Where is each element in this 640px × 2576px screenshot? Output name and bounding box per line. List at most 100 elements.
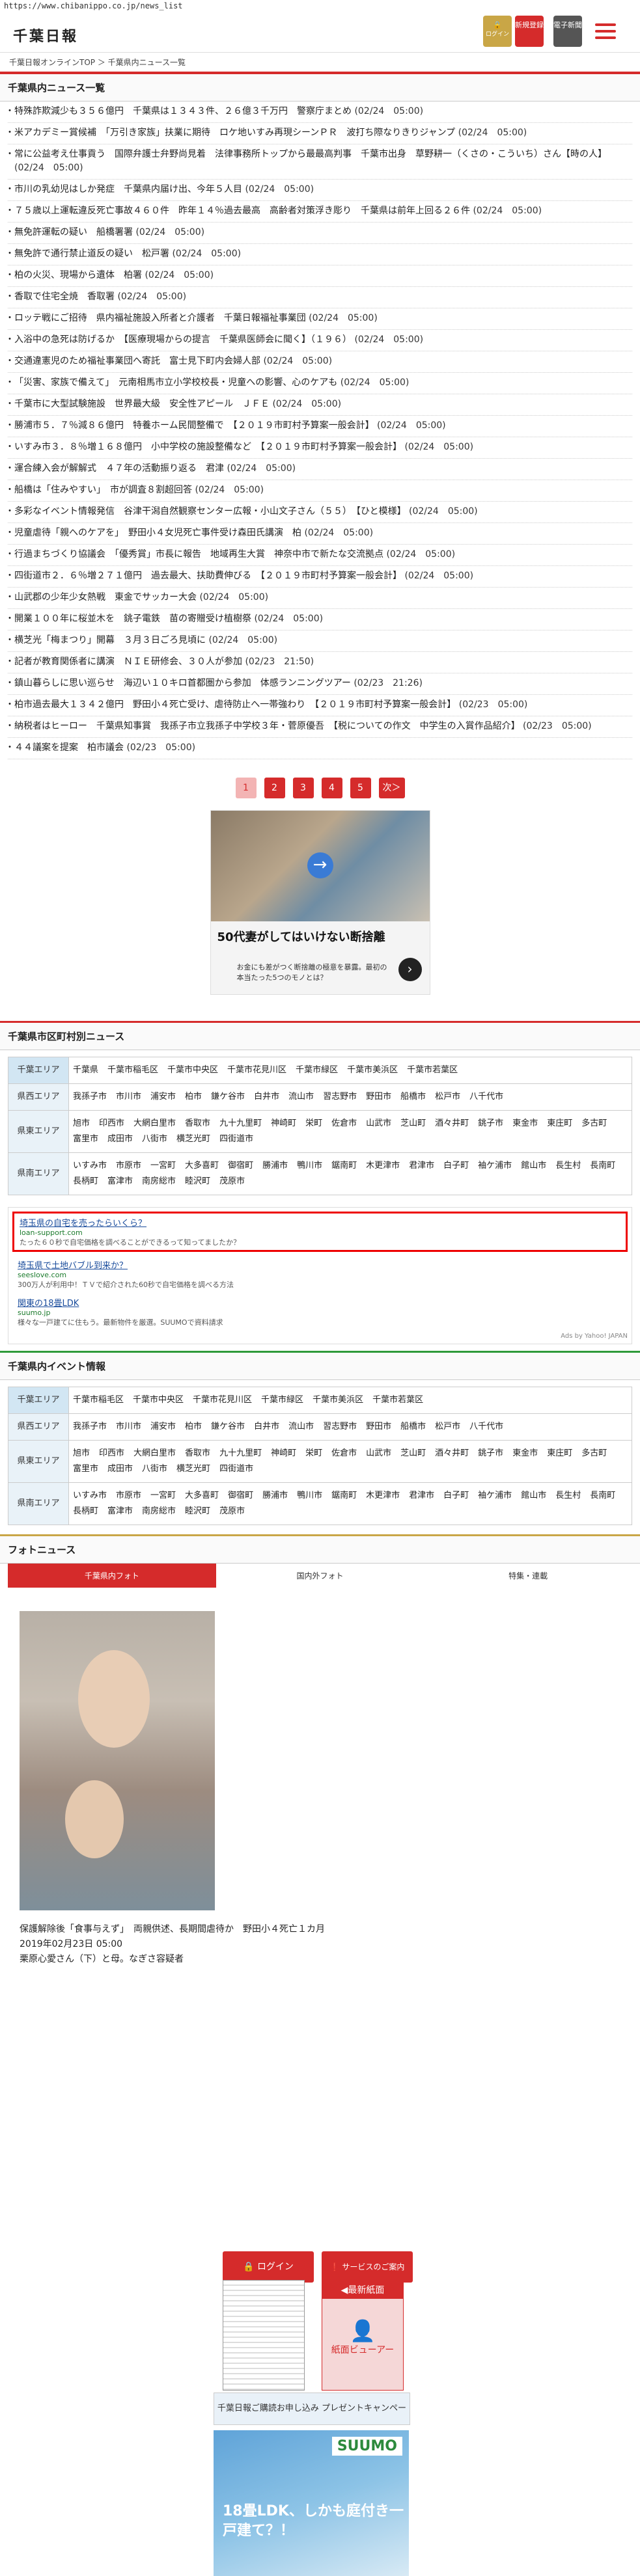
city-link[interactable]: 横芝光町: [176, 1461, 210, 1477]
city-link[interactable]: 多古町: [581, 1116, 607, 1132]
city-link[interactable]: 君津市: [409, 1488, 434, 1504]
city-link[interactable]: 千葉市花見川区: [193, 1392, 252, 1408]
city-link[interactable]: 千葉市花見川区: [227, 1063, 286, 1078]
city-link[interactable]: 千葉市稲毛区: [73, 1392, 124, 1408]
next-page-button[interactable]: 次＞: [378, 778, 405, 798]
news-item[interactable]: ４４議案を提案 柏市議会 (02/23 05:00): [5, 738, 632, 759]
city-link[interactable]: 白井市: [254, 1089, 279, 1105]
city-link[interactable]: 東金市: [512, 1446, 538, 1461]
city-link[interactable]: 富里市: [73, 1132, 98, 1147]
city-link[interactable]: 九十九里町: [219, 1446, 262, 1461]
city-link[interactable]: 印西市: [99, 1116, 124, 1132]
news-item[interactable]: 特殊詐欺減少も３５６億円 千葉県は１３４３件、２６億３千万円 警察庁まとめ (0…: [5, 102, 632, 123]
city-link[interactable]: 我孫子市: [73, 1089, 107, 1105]
city-link[interactable]: 成田市: [107, 1461, 133, 1477]
city-link[interactable]: 柏市: [185, 1419, 202, 1435]
city-link[interactable]: 八千代市: [469, 1419, 503, 1435]
city-link[interactable]: 野田市: [366, 1419, 391, 1435]
city-link[interactable]: 香取市: [185, 1446, 210, 1461]
news-item[interactable]: 四街道市２．６％増２７１億円 過去最大、扶助費伸びる 【２０１９市町村予算案一般…: [5, 566, 632, 588]
page-button[interactable]: 1: [235, 778, 257, 798]
news-title-link[interactable]: 行過まちづくり協議会 「優秀賞」市長に報告 地域再生大賞 神奈中市で新たな交流拠…: [14, 549, 383, 560]
city-link[interactable]: 千葉市美浜区: [313, 1392, 363, 1408]
city-link[interactable]: 芝山町: [400, 1116, 426, 1132]
photo-title[interactable]: 保護解除後「食事与えず」 両親供述、長期間虐待か 野田小４死亡１カ月: [20, 1922, 620, 1937]
news-item[interactable]: ロッテ戦にご招待 県内福祉施設入所者と介護者 千葉日報福祉事業団 (02/24 …: [5, 308, 632, 330]
city-link[interactable]: 市原市: [116, 1488, 141, 1504]
city-link[interactable]: 袖ケ浦市: [478, 1488, 512, 1504]
news-title-link[interactable]: 米アカデミー賞候補 「万引き家族」扶業に期待 ロケ地いすみ再現シーンＰＲ 波打ち…: [14, 128, 455, 138]
news-title-link[interactable]: 柏市過去最大１３４２億円 野田小４死亡受け、虐待防止へ一帯強わり 【２０１９市町…: [14, 699, 456, 710]
news-title-link[interactable]: 児童虐待「親へのケアを」 野田小４女児死亡事件受け森田氏講演 柏: [14, 528, 301, 538]
ad-title[interactable]: 関東の18畳LDK: [18, 1296, 622, 1308]
city-link[interactable]: 柏市: [185, 1089, 202, 1105]
city-link[interactable]: 大網白里市: [133, 1116, 176, 1132]
city-link[interactable]: 浦安市: [150, 1419, 176, 1435]
city-link[interactable]: 八街市: [142, 1132, 167, 1147]
news-title-link[interactable]: 無免許運転の疑い 船橋署署: [14, 227, 133, 237]
city-link[interactable]: いすみ市: [73, 1488, 107, 1504]
news-title-link[interactable]: 香取で住宅全焼 香取署: [14, 291, 115, 302]
city-link[interactable]: 酒々井町: [435, 1446, 469, 1461]
city-link[interactable]: 鋸南町: [331, 1488, 357, 1504]
city-link[interactable]: 多古町: [581, 1446, 607, 1461]
page-button[interactable]: 4: [321, 778, 342, 798]
city-link[interactable]: 睦沢町: [185, 1504, 210, 1519]
news-item[interactable]: 行過まちづくり協議会 「優秀賞」市長に報告 地域再生大賞 神奈中市で新たな交流拠…: [5, 545, 632, 566]
city-link[interactable]: 東庄町: [547, 1116, 572, 1132]
city-link[interactable]: 四街道市: [219, 1132, 253, 1147]
city-link[interactable]: 茂原市: [219, 1504, 245, 1519]
city-link[interactable]: 鋸南町: [331, 1158, 357, 1174]
login-button[interactable]: 🔒 ログイン: [483, 16, 512, 47]
city-link[interactable]: 千葉市若葉区: [372, 1392, 423, 1408]
city-link[interactable]: 栄町: [305, 1116, 322, 1132]
city-link[interactable]: 九十九里町: [219, 1116, 262, 1132]
news-item[interactable]: いすみ市３．８％増１６８億円 小中学校の施設整備など 【２０１９市町村予算案一般…: [5, 437, 632, 459]
city-link[interactable]: 松戸市: [435, 1089, 460, 1105]
city-link[interactable]: 長南町: [590, 1158, 615, 1174]
site-logo[interactable]: 千葉日報: [13, 25, 78, 46]
photo-tab[interactable]: 国内外フォト: [216, 1564, 424, 1588]
digital-paper-button[interactable]: 電子新聞: [553, 16, 582, 47]
page-button[interactable]: 2: [264, 778, 285, 798]
display-ad[interactable]: → 50代妻がしてはいけない断捨離 お金にも差がつく断捨離の極意を暴露。最初の本…: [210, 810, 430, 995]
city-link[interactable]: 四街道市: [219, 1461, 253, 1477]
news-item[interactable]: 納税者はヒーロー 千葉県知事賞 我孫子市立我孫子中学校３年・菅原優吾 【税につい…: [5, 716, 632, 738]
news-item[interactable]: 千葉市に大型試験施設 世界最大級 安全性アピール ＪＦＥ (02/24 05:0…: [5, 394, 632, 416]
city-link[interactable]: 浦安市: [150, 1089, 176, 1105]
news-title-link[interactable]: ４４議案を提案 柏市議会: [14, 742, 124, 753]
city-link[interactable]: 野田市: [366, 1089, 391, 1105]
city-link[interactable]: 長柄町: [73, 1504, 98, 1519]
signup-button[interactable]: 新規登録: [515, 16, 544, 47]
hamburger-menu-icon[interactable]: [592, 20, 619, 46]
city-link[interactable]: 千葉市稲毛区: [107, 1063, 158, 1078]
city-link[interactable]: 大多喜町: [185, 1158, 219, 1174]
city-link[interactable]: 山武市: [366, 1116, 391, 1132]
news-title-link[interactable]: 四街道市２．６％増２７１億円 過去最大、扶助費伸びる 【２０１９市町村予算案一般…: [14, 571, 402, 581]
city-link[interactable]: 神崎町: [271, 1116, 296, 1132]
city-link[interactable]: 習志野市: [323, 1089, 357, 1105]
city-link[interactable]: いすみ市: [73, 1158, 107, 1174]
city-link[interactable]: 白子町: [443, 1488, 469, 1504]
city-link[interactable]: 鴨川市: [297, 1488, 322, 1504]
city-link[interactable]: 香取市: [185, 1116, 210, 1132]
city-link[interactable]: 神崎町: [271, 1446, 296, 1461]
ads-by-yahoo[interactable]: Ads by Yahoo! JAPAN: [12, 1333, 628, 1340]
news-item[interactable]: 開業１００年に桜並木を 銚子電鉄 苗の寄贈受け植樹祭 (02/24 05:00): [5, 609, 632, 630]
city-link[interactable]: 千葉市中央区: [167, 1063, 218, 1078]
city-link[interactable]: 鴨川市: [297, 1158, 322, 1174]
city-link[interactable]: 酒々井町: [435, 1116, 469, 1132]
news-title-link[interactable]: 特殊詐欺減少も３５６億円 千葉県は１３４３件、２６億３千万円 警察庁まとめ: [14, 106, 352, 116]
page-button[interactable]: 3: [292, 778, 314, 798]
ad-title[interactable]: 埼玉県で土地バブル到来か？: [18, 1258, 622, 1271]
news-item[interactable]: 勝浦市５．７％減８６億円 特養ホーム民間整備で 【２０１９市町村予算案一般会計】…: [5, 416, 632, 437]
news-item[interactable]: 鎮山暮らしに思い巡らせ 海辺い１０キロ首都圏から参加 体感ランニングツアー (0…: [5, 673, 632, 695]
city-link[interactable]: 旭市: [73, 1446, 90, 1461]
news-title-link[interactable]: 横芝光「梅まつり」開幕 ３月３日ごろ見頃に: [14, 635, 206, 645]
city-link[interactable]: 船橋市: [400, 1419, 426, 1435]
city-link[interactable]: 旭市: [73, 1116, 90, 1132]
city-link[interactable]: 芝山町: [400, 1446, 426, 1461]
city-link[interactable]: 長生村: [555, 1488, 581, 1504]
news-title-link[interactable]: 運合練入会が解解式 ４７年の活動振り返る 君津: [14, 463, 224, 474]
latest-paper-thumbnail[interactable]: [223, 2280, 305, 2391]
